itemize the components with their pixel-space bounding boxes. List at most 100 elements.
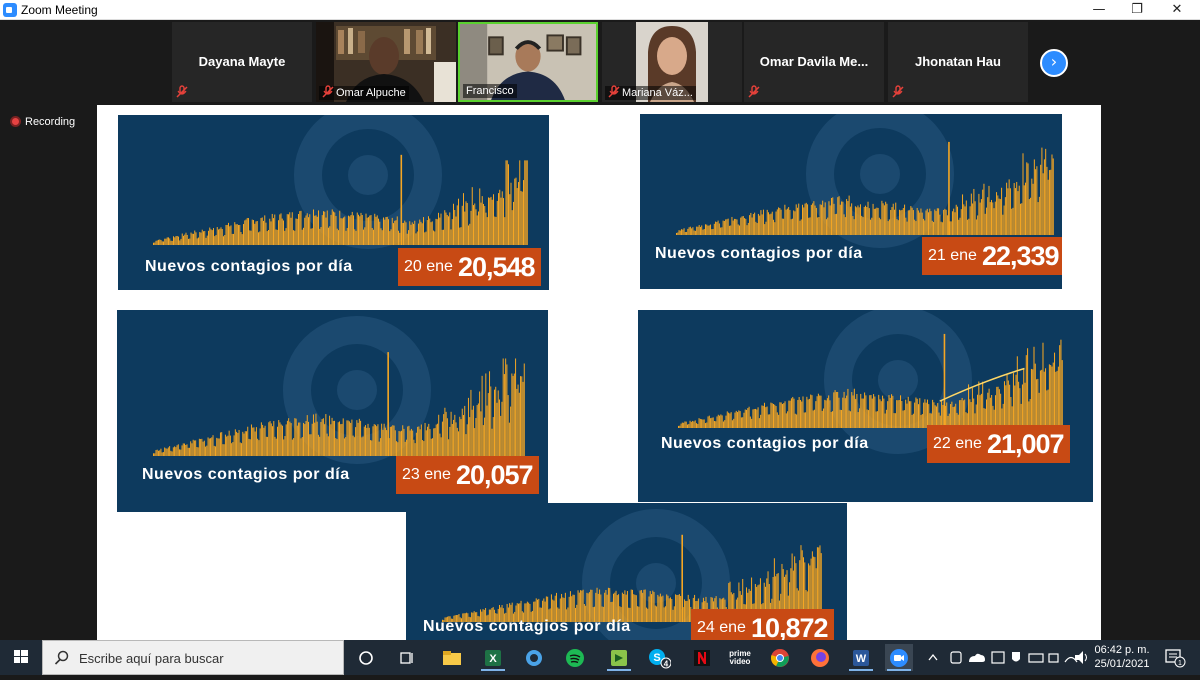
chart-bar: [428, 423, 430, 456]
chart-bar: [460, 419, 462, 456]
cortana-icon[interactable]: [352, 644, 380, 671]
chart-caption: Nuevos contagios por día: [142, 466, 350, 483]
chart-bar: [327, 436, 329, 456]
chart-bar: [456, 427, 458, 456]
chart-bar: [774, 404, 776, 428]
chart-bar: [807, 204, 809, 235]
chart-bar: [208, 230, 209, 245]
chrome-icon[interactable]: [766, 644, 794, 671]
chart-bar: [766, 209, 768, 235]
chart-bar: [416, 231, 418, 245]
participant-tile[interactable]: Jhonatan Hau: [888, 22, 1028, 102]
chart-bar: [244, 431, 246, 456]
chart-bar: [894, 413, 896, 428]
close-button[interactable]: ✕: [1154, 0, 1200, 20]
chart-bar: [512, 375, 514, 456]
chart-bar: [824, 399, 826, 428]
word-icon[interactable]: W: [847, 644, 875, 671]
chart-bar: [973, 188, 975, 235]
chart-bar: [212, 435, 214, 456]
netflix-icon[interactable]: [688, 644, 716, 671]
chart-bar: [924, 220, 926, 235]
prime-video-icon[interactable]: prime video: [726, 644, 754, 671]
chart-bar: [228, 430, 230, 456]
chart-bar: [480, 411, 482, 456]
chart-bar: [757, 407, 759, 428]
participant-tile[interactable]: Dayana Mayte: [172, 22, 312, 102]
next-participants-button[interactable]: ›: [1040, 49, 1068, 77]
recording-indicator[interactable]: Recording: [10, 116, 75, 128]
chart-bar: [872, 203, 874, 235]
chart-bar: [322, 418, 324, 456]
participant-tile[interactable]: Omar Davila Me...: [744, 22, 884, 102]
excel-icon[interactable]: X: [479, 644, 507, 671]
chart-bar: [866, 207, 868, 235]
chart-bar: [234, 429, 236, 456]
chart-bar: [165, 448, 167, 456]
app-icon[interactable]: [520, 644, 548, 671]
chart-bar: [277, 426, 278, 456]
chart-bar: [443, 414, 445, 456]
chart-bar: [982, 381, 984, 428]
task-view-icon[interactable]: [393, 644, 421, 671]
chart-bar: [394, 220, 396, 245]
zoom-icon[interactable]: [885, 644, 913, 671]
chart-bar: [999, 199, 1001, 235]
chart-bar: [733, 418, 735, 428]
notifications-button[interactable]: 1: [1160, 640, 1190, 675]
chart-bar: [454, 414, 456, 456]
chart-bar: [711, 417, 713, 428]
chart-bar: [352, 435, 354, 456]
chart-bar: [432, 438, 433, 456]
participant-tile[interactable]: Mariana Váz...: [602, 22, 742, 102]
chart-bar: [413, 223, 414, 245]
chart-bar: [694, 420, 696, 428]
chart-bar: [494, 389, 495, 456]
spotify-icon[interactable]: [561, 644, 589, 671]
chart-bar: [208, 438, 210, 456]
chart-bar: [1015, 374, 1017, 428]
chart-bar: [707, 416, 709, 428]
app-icon[interactable]: [605, 644, 633, 671]
chart-bar: [819, 204, 821, 235]
chart-bar: [774, 222, 776, 235]
chart-bar: [693, 421, 695, 428]
participant-label: Mariana Váz...: [605, 85, 696, 100]
chart-bar: [814, 409, 816, 428]
chart-bar: [830, 198, 832, 235]
chart-bar: [350, 215, 352, 245]
chart-bar: [414, 220, 416, 245]
chart-bar: [960, 400, 962, 428]
file-explorer-icon[interactable]: [438, 644, 466, 671]
volume-icon[interactable]: [1072, 640, 1092, 675]
chart-bar: [428, 216, 429, 245]
chart-bar: [320, 227, 322, 245]
chart-bar: [435, 424, 437, 456]
chart-bar: [356, 212, 358, 245]
chart-bar: [823, 207, 825, 235]
chart-bar: [369, 215, 371, 245]
chart-bar: [366, 217, 368, 245]
participant-tile-active-speaker[interactable]: Francisco: [458, 22, 598, 102]
firefox-icon[interactable]: [806, 644, 834, 671]
chart-bar: [237, 432, 239, 456]
chart-bar: [857, 412, 859, 428]
start-button[interactable]: [0, 640, 42, 675]
participant-tile[interactable]: Omar Alpuche: [316, 22, 456, 102]
chart-bar: [417, 426, 419, 456]
chart-bar: [283, 220, 284, 245]
chart-bar: [841, 201, 843, 235]
skype-icon[interactable]: S4: [645, 644, 673, 671]
chart-bar: [794, 413, 796, 428]
chart-bar: [454, 210, 456, 245]
chart-bar: [819, 395, 821, 428]
tray-icons[interactable]: [925, 640, 1090, 675]
chart-bar: [205, 237, 207, 245]
chart-bar: [377, 424, 379, 456]
chart-bar: [255, 427, 257, 456]
chart-bar: [866, 409, 868, 428]
chart-bar: [1055, 371, 1057, 428]
taskbar-search-box[interactable]: Escribe aquí para buscar: [42, 640, 344, 675]
taskbar-clock[interactable]: 06:42 p. m. 25/01/2021: [1092, 643, 1152, 671]
chart-bar: [1002, 214, 1004, 235]
